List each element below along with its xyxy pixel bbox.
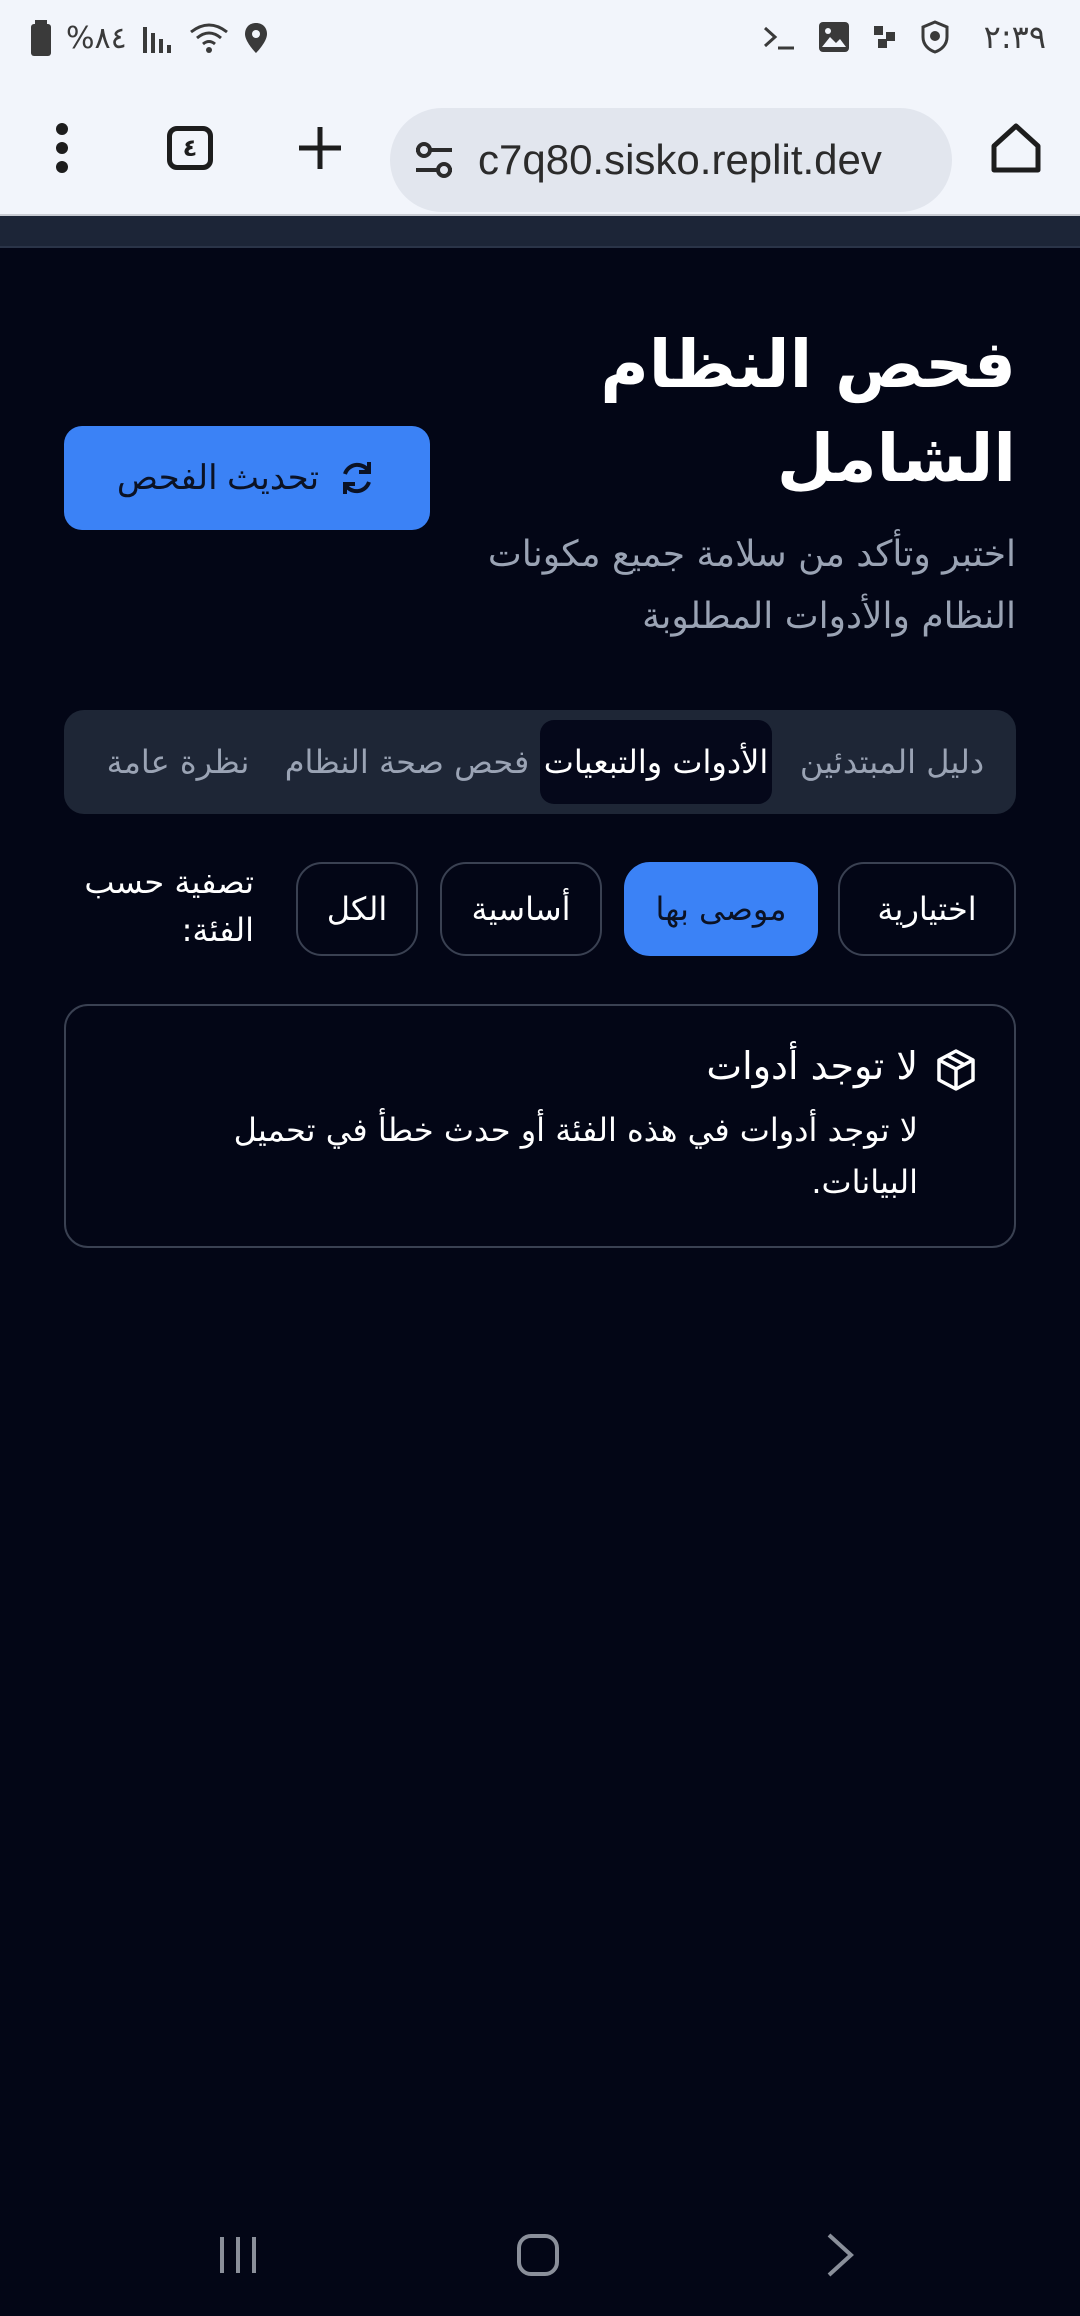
tab-tools-dependencies[interactable]: الأدوات والتبعيات — [540, 720, 772, 804]
refresh-scan-label: تحديث الفحص — [116, 459, 320, 497]
site-settings-icon[interactable] — [412, 140, 456, 180]
home-nav-icon — [517, 2234, 559, 2276]
status-left: %٨٤ — [30, 20, 269, 56]
clock: ٢:٣٩ — [983, 18, 1046, 56]
filter-chip-essential[interactable]: أساسية — [440, 862, 602, 956]
address-bar[interactable]: c7q80.sisko.replit.dev — [390, 108, 952, 212]
home-nav-button[interactable] — [498, 2220, 578, 2290]
filter-label: تصفية حسب الفئة: — [84, 863, 254, 949]
screen: %٨٤ ٢:٣٩ ٤ c7q80.sisko.replit.dev فحص ال… — [0, 0, 1080, 2316]
tab-system-health[interactable]: فحص صحة النظام — [276, 720, 538, 804]
tabs-button[interactable]: ٤ — [152, 110, 228, 186]
page-title: فحص النظام الشامل — [600, 326, 1016, 497]
url-text: c7q80.sisko.replit.dev — [478, 136, 882, 183]
recents-button[interactable] — [198, 2220, 278, 2290]
wifi-icon — [189, 23, 228, 53]
menu-icon — [56, 123, 68, 173]
back-button[interactable] — [800, 2220, 880, 2290]
terminal-icon — [763, 26, 794, 50]
tab-overview[interactable]: نظرة عامة — [80, 720, 276, 804]
back-icon — [827, 2233, 854, 2277]
browser-toolbar: ٤ c7q80.sisko.replit.dev — [0, 80, 1080, 216]
empty-state-description: لا توجد أدوات في هذه الفئة أو حدث خطأ في… — [233, 1111, 918, 1201]
location-icon — [244, 23, 267, 53]
system-nav-bar — [0, 2200, 1080, 2316]
filter-chip-optional[interactable]: اختيارية — [838, 862, 1016, 956]
app-header-strip — [0, 216, 1080, 248]
shortcut-icon — [874, 26, 895, 48]
refresh-icon — [343, 462, 372, 494]
battery-level: %٨٤ — [66, 20, 127, 56]
signal-icon — [142, 27, 171, 53]
status-bar: %٨٤ ٢:٣٩ — [0, 0, 1080, 80]
shield-icon — [921, 20, 949, 54]
tabs-icon: ٤ — [167, 126, 213, 170]
recents-icon — [220, 2237, 256, 2273]
home-button[interactable] — [978, 110, 1054, 186]
new-tab-button[interactable] — [282, 110, 358, 186]
new-tab-icon — [299, 127, 341, 169]
battery-icon — [31, 20, 51, 56]
tab-list: دليل المبتدئين الأدوات والتبعيات فحص صحة… — [64, 710, 1016, 814]
image-icon — [819, 22, 849, 52]
page-subtitle: اختبر وتأكد من سلامة جميع مكونات النظام … — [487, 534, 1016, 637]
package-icon — [937, 1049, 975, 1091]
tab-count: ٤ — [182, 134, 198, 162]
tab-beginners-guide[interactable]: دليل المبتدئين — [784, 720, 1000, 804]
home-icon — [991, 123, 1041, 173]
empty-state-card: لا توجد أدوات لا توجد أدوات في هذه الفئة… — [64, 1004, 1016, 1248]
refresh-scan-button[interactable]: تحديث الفحص — [64, 426, 430, 530]
filter-chip-recommended[interactable]: موصى بها — [624, 862, 818, 956]
menu-button[interactable] — [24, 110, 100, 186]
empty-state-title: لا توجد أدوات — [706, 1044, 918, 1088]
filter-chip-all[interactable]: الكل — [296, 862, 418, 956]
status-right — [762, 20, 950, 54]
